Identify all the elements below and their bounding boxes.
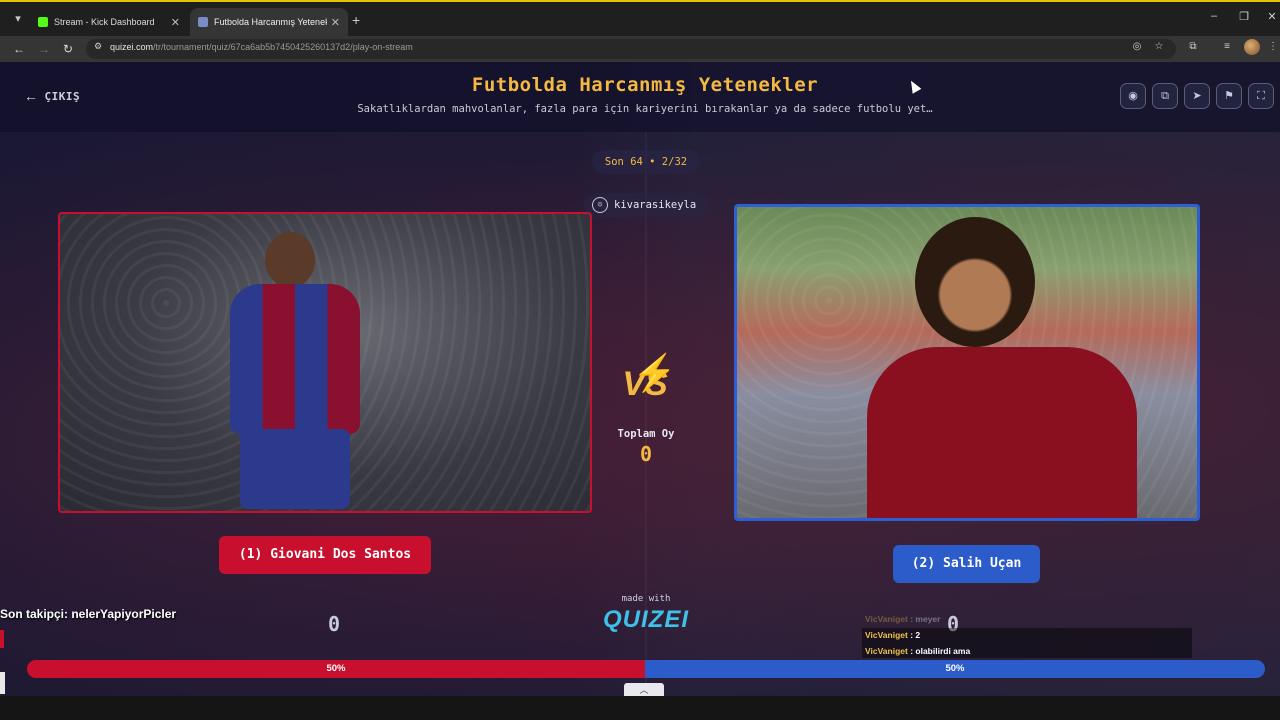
close-window-icon[interactable]: ✕ bbox=[1262, 10, 1280, 23]
overlay-strip bbox=[0, 672, 5, 694]
chat-message: VicVaniget : olabilirdi ama bbox=[865, 646, 971, 656]
username: kivarasikeyla bbox=[614, 199, 697, 211]
close-tab-icon[interactable]: ✕ bbox=[171, 16, 180, 29]
tab-kick-dashboard[interactable]: Stream - Kick Dashboard ✕ bbox=[30, 8, 188, 36]
eye-off-icon[interactable]: ◎ bbox=[1130, 40, 1144, 54]
quiz-page: ← ÇIKIŞ Futbolda Harcanmış Yetenekler Sa… bbox=[0, 62, 1280, 696]
restore-icon[interactable]: ❐ bbox=[1234, 10, 1254, 23]
bookmark-star-icon[interactable]: ☆ bbox=[1152, 40, 1166, 54]
url-text[interactable]: quizei.com/tr/tournament/quiz/67ca6ab5b7… bbox=[110, 42, 413, 52]
reload-icon[interactable]: ↻ bbox=[60, 41, 76, 57]
player-jersey bbox=[867, 347, 1137, 518]
media-icon[interactable]: ≡ bbox=[1220, 40, 1234, 54]
close-tab-icon[interactable]: ✕ bbox=[331, 16, 340, 29]
quiz-title: Futbolda Harcanmış Yetenekler bbox=[471, 74, 819, 96]
quiz-subtitle: Sakatlıklardan mahvolanlar, fazla para i… bbox=[357, 103, 933, 115]
last-follower-overlay: Son takipçi: nelerYapiyorPicler bbox=[0, 607, 177, 621]
menu-icon[interactable]: ⋮ bbox=[1266, 40, 1280, 54]
player-shorts bbox=[240, 429, 350, 509]
left-votes: 0 bbox=[328, 612, 341, 636]
right-player-photo[interactable] bbox=[734, 204, 1200, 521]
quizei-logo[interactable]: QUIZEI bbox=[601, 606, 691, 634]
eye-icon[interactable]: ◉ bbox=[1120, 83, 1146, 109]
lightning-icon: ⚡ bbox=[632, 352, 677, 393]
chat-message: VicVaniget : 2 bbox=[865, 630, 921, 640]
left-player-photo[interactable] bbox=[58, 212, 592, 513]
player-jersey bbox=[230, 284, 360, 434]
browser-tab-bar: ▾ Stream - Kick Dashboard ✕ Futbolda Har… bbox=[0, 0, 1280, 36]
profile-avatar[interactable] bbox=[1244, 39, 1260, 55]
left-player-button[interactable]: (1) Giovani Dos Santos bbox=[219, 536, 431, 574]
back-nav-icon[interactable]: ← bbox=[11, 41, 27, 57]
extensions-icon[interactable]: ⧉ bbox=[1186, 40, 1200, 54]
user-icon: ☺ bbox=[592, 197, 608, 213]
flag-icon[interactable]: ⚑ bbox=[1216, 83, 1242, 109]
link-icon[interactable]: ⧉ bbox=[1152, 83, 1178, 109]
right-percent-bar: 50% bbox=[645, 660, 1265, 678]
total-votes-label: Toplam Oy bbox=[617, 428, 675, 440]
player-head bbox=[915, 217, 1035, 347]
fullscreen-icon[interactable]: ⛶ bbox=[1248, 83, 1274, 109]
tab-quizei[interactable]: Futbolda Harcanmış Yetenekler ✕ bbox=[190, 8, 348, 36]
forward-nav-icon[interactable]: → bbox=[36, 41, 52, 57]
minimize-icon[interactable]: – bbox=[1204, 10, 1224, 22]
tab-title: Futbolda Harcanmış Yetenekler bbox=[214, 17, 327, 27]
kick-favicon-icon bbox=[38, 17, 48, 27]
left-percent-bar: 50% bbox=[27, 660, 645, 678]
site-info-icon[interactable]: ⚙ bbox=[92, 40, 104, 52]
tab-title: Stream - Kick Dashboard bbox=[54, 17, 155, 27]
made-with-label: made with bbox=[621, 594, 671, 604]
taskbar-strip bbox=[0, 696, 1280, 720]
round-indicator: Son 64 • 2/32 bbox=[592, 150, 700, 174]
new-tab-icon[interactable]: + bbox=[352, 12, 360, 28]
tab-list-icon[interactable]: ▾ bbox=[10, 11, 26, 27]
right-player-button[interactable]: (2) Salih Uçan bbox=[893, 545, 1040, 583]
share-icon[interactable]: ➤ bbox=[1184, 83, 1210, 109]
chat-message: VicVaniget : meyer bbox=[865, 614, 941, 624]
chevron-up-icon[interactable]: ︿ bbox=[624, 683, 664, 696]
total-votes-value: 0 bbox=[639, 442, 653, 466]
quizei-favicon-icon bbox=[198, 17, 208, 27]
player-head bbox=[265, 232, 315, 288]
overlay-accent bbox=[0, 630, 4, 648]
user-badge: ☺ kivarasikeyla bbox=[584, 193, 708, 217]
